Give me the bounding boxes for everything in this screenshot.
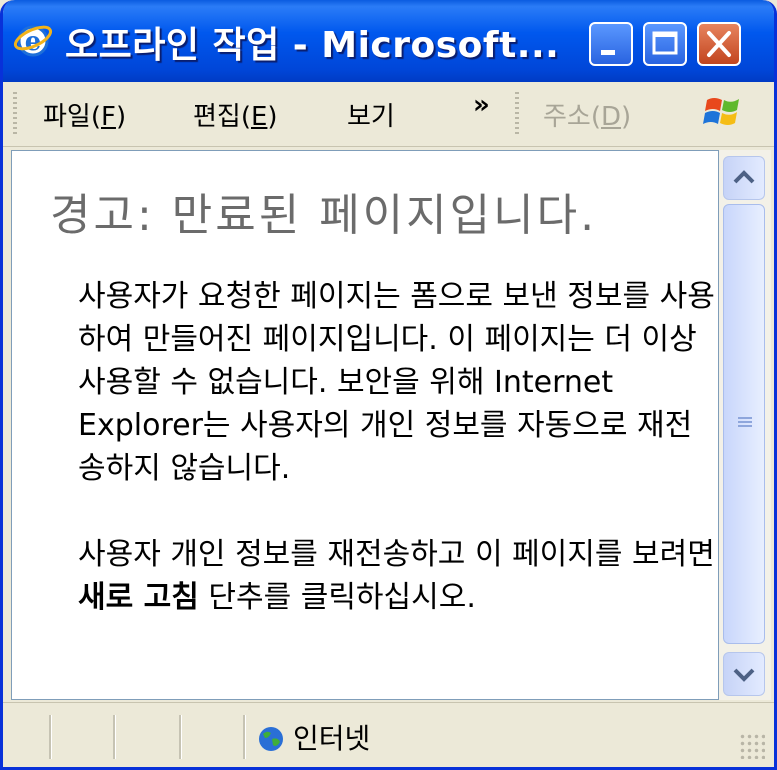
menu-bar: 파일(F) 편집(E) 보기 » 주소(D) — [3, 82, 774, 147]
internet-explorer-icon: e — [13, 25, 53, 57]
scroll-up-button[interactable] — [723, 156, 765, 200]
maximize-button[interactable] — [643, 22, 687, 66]
window-title: 오프라인 작업 - Microsoft... — [65, 25, 560, 66]
windows-logo-icon — [703, 98, 739, 125]
security-zone-label: 인터넷 — [293, 722, 371, 755]
status-divider — [243, 715, 246, 759]
menu-more-chevron[interactable]: » — [473, 90, 490, 120]
close-icon — [707, 31, 731, 57]
page-heading: 경고: 만료된 페이지입니다. — [50, 190, 598, 241]
minimize-icon — [601, 50, 615, 55]
warning-message: 사용자가 요청한 페이지는 폼으로 보낸 정보를 사용하여 만들어진 페이지입니… — [78, 279, 715, 486]
minimize-button[interactable] — [589, 22, 633, 66]
scroll-down-button[interactable] — [723, 652, 765, 696]
refresh-instruction: 사용자 개인 정보를 재전송하고 이 페이지를 보려면 새로 고침 단추를 클릭… — [78, 537, 715, 615]
close-button[interactable] — [697, 22, 741, 66]
ie-window: e 오프라인 작업 - Microsoft... 파일(F) 편집(E) 보기 … — [0, 0, 777, 770]
thumb-grip-icon — [738, 417, 752, 429]
page-content: 경고: 만료된 페이지입니다. 사용자가 요청한 페이지는 폼으로 보낸 정보를… — [11, 150, 719, 700]
menu-file[interactable]: 파일(F) — [43, 96, 126, 133]
toolbar-grip-2[interactable] — [515, 92, 519, 136]
address-label[interactable]: 주소(D) — [543, 96, 631, 133]
status-divider — [49, 715, 52, 759]
chevron-down-icon — [733, 668, 755, 682]
status-divider — [113, 715, 116, 759]
menu-edit[interactable]: 편집(E) — [193, 96, 278, 133]
status-divider — [179, 715, 182, 759]
vertical-scrollbar[interactable] — [719, 150, 771, 700]
globe-icon — [259, 727, 283, 751]
toolbar-grip[interactable] — [13, 92, 17, 136]
menu-view[interactable]: 보기 — [347, 96, 395, 133]
resize-grip[interactable] — [739, 733, 765, 759]
status-bar: 인터넷 — [3, 702, 774, 767]
title-bar[interactable]: e 오프라인 작업 - Microsoft... — [3, 0, 774, 82]
chevron-up-icon — [733, 170, 755, 184]
scroll-thumb[interactable] — [723, 204, 765, 644]
maximize-icon — [652, 31, 678, 55]
refresh-keyword: 새로 고침 — [78, 580, 199, 615]
